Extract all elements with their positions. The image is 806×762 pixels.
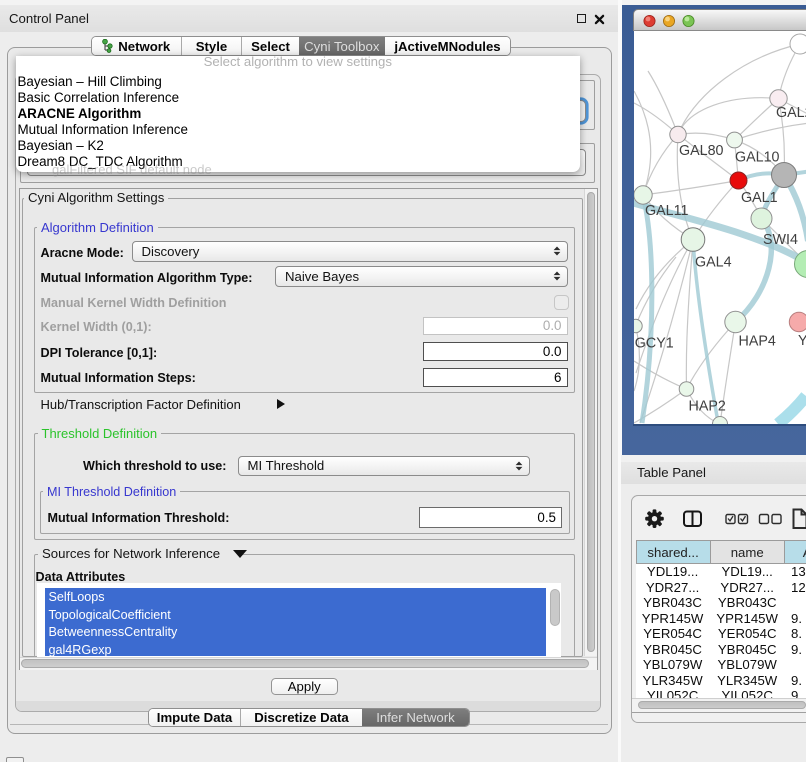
- svg-text:SWI4: SWI4: [763, 232, 798, 248]
- svg-text:GAL1: GAL1: [741, 190, 778, 206]
- svg-text:GAL10: GAL10: [735, 150, 780, 166]
- svg-text:YM: YM: [798, 333, 806, 349]
- svg-text:HAP2: HAP2: [689, 399, 726, 415]
- svg-text:GAL80: GAL80: [679, 143, 724, 159]
- svg-text:GAL4: GAL4: [695, 255, 732, 271]
- svg-text:GAL2: GAL2: [776, 105, 806, 121]
- svg-text:HAP4: HAP4: [739, 334, 776, 350]
- svg-text:GCY1: GCY1: [635, 336, 674, 352]
- svg-text:GAL11: GAL11: [645, 203, 688, 219]
